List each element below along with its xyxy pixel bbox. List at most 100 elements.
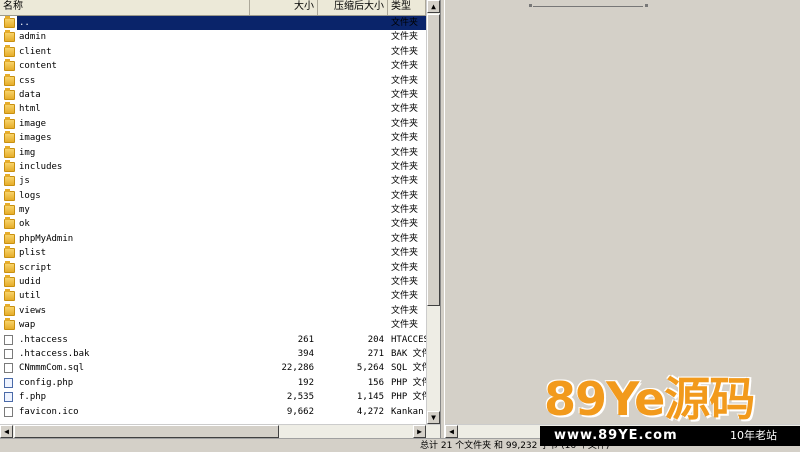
column-header: 名称 大小 压缩后大小 类型 — [0, 0, 426, 16]
file-size: 394 — [297, 348, 314, 359]
horizontal-scroll-thumb[interactable] — [14, 425, 279, 438]
file-name: images — [19, 133, 52, 144]
file-name: html — [19, 104, 41, 115]
file-row[interactable]: .htaccess 261 204 HTACCESS — [0, 333, 427, 347]
folder-icon — [4, 203, 15, 216]
column-name-header[interactable]: 名称 — [0, 0, 250, 15]
folder-icon — [4, 289, 15, 302]
file-row[interactable]: plist 文件夹 — [0, 246, 426, 260]
file-row[interactable]: js 文件夹 — [0, 174, 426, 188]
folder-icon — [4, 188, 15, 201]
column-compressed-size-header[interactable]: 压缩后大小 — [318, 0, 388, 15]
scroll-left-button[interactable]: ◀ — [0, 425, 13, 438]
vertical-scrollbar[interactable]: ▲ ▼ — [426, 0, 440, 424]
file-compressed-size: 271 — [367, 348, 384, 359]
status-text: 总计 21 个文件夹 和 99,232 字节 (16 个文件) — [420, 441, 610, 451]
file-row[interactable]: .htaccess.bak 394 271 BAK 文件 — [0, 347, 427, 361]
file-row[interactable]: img 文件夹 — [0, 145, 426, 160]
file-row[interactable]: images 文件夹 — [0, 131, 426, 145]
file-row[interactable]: views 文件夹 — [0, 303, 426, 318]
file-name: img — [19, 147, 36, 158]
file-type: 文件夹 — [391, 75, 419, 86]
file-row[interactable]: client 文件夹 — [0, 44, 426, 59]
file-name: client — [19, 46, 52, 57]
file-type: 文件夹 — [391, 147, 419, 158]
file-compressed-size: 204 — [367, 334, 384, 345]
file-compressed-size: 156 — [367, 377, 384, 388]
column-type-header[interactable]: 类型 — [388, 0, 426, 15]
file-row[interactable]: image 文件夹 — [0, 116, 426, 131]
folder-icon — [4, 246, 15, 259]
file-type: 文件夹 — [391, 262, 419, 273]
file-rows: .. 文件夹 admin 文件夹 client 文件夹 content 文件夹 css 文件夹 da… — [0, 16, 427, 419]
file-type: 文件夹 — [391, 18, 419, 28]
file-name: config.php — [19, 377, 74, 388]
file-type: 文件夹 — [391, 118, 419, 129]
folder-icon — [4, 260, 15, 273]
file-row[interactable]: config.php 192 156 PHP 文件 — [0, 376, 427, 390]
file-name: admin — [19, 32, 47, 43]
file-type: PHP 文件 — [391, 392, 427, 403]
file-row[interactable]: ok 文件夹 — [0, 217, 426, 231]
file-compressed-size: 4,272 — [356, 406, 384, 417]
preview-scroll-left-button[interactable]: ◀ — [445, 425, 458, 438]
file-row[interactable]: logs 文件夹 — [0, 188, 426, 203]
file-row[interactable]: CNmmmCom.sql 22,286 5,264 SQL 文件 — [0, 361, 427, 375]
file-type: Kankan — [391, 406, 424, 417]
scroll-down-button[interactable]: ▼ — [427, 411, 440, 424]
file-name: CNmmmCom.sql — [19, 363, 85, 374]
file-name: content — [19, 61, 57, 72]
file-row[interactable]: util 文件夹 — [0, 289, 426, 303]
file-row[interactable]: html 文件夹 — [0, 102, 426, 116]
vertical-scroll-thumb[interactable] — [427, 14, 440, 306]
file-row[interactable]: my 文件夹 — [0, 203, 426, 217]
file-row[interactable]: .. 文件夹 — [0, 16, 426, 30]
file-type: 文件夹 — [391, 305, 419, 316]
file-row[interactable]: admin 文件夹 — [0, 30, 426, 44]
folder-icon — [4, 145, 15, 158]
file-list-pane[interactable]: 名称 大小 压缩后大小 类型 .. 文件夹 admin 文件夹 client 文件夹 con… — [0, 0, 441, 438]
file-type: 文件夹 — [391, 161, 419, 172]
file-name: css — [19, 75, 36, 86]
folder-icon — [4, 44, 15, 57]
file-row[interactable]: includes 文件夹 — [0, 159, 426, 174]
file-row[interactable]: data 文件夹 — [0, 87, 426, 102]
file-compressed-size: 5,264 — [356, 363, 384, 374]
folder-icon — [4, 102, 15, 115]
file-name: .. — [19, 18, 30, 28]
column-size-header[interactable]: 大小 — [250, 0, 318, 15]
horizontal-scrollbar[interactable]: ◀ ▶ — [0, 424, 440, 438]
file-name: .htaccess — [19, 334, 68, 345]
file-type: 文件夹 — [391, 104, 419, 115]
file-size: 261 — [297, 334, 314, 345]
file-type: 文件夹 — [391, 291, 419, 302]
file-type: BAK 文件 — [391, 348, 427, 359]
preview-pane: ◀ — [444, 0, 800, 438]
file-row[interactable]: script 文件夹 — [0, 260, 426, 275]
file-type: 文件夹 — [391, 233, 419, 244]
preview-horizontal-scrollbar[interactable]: ◀ — [445, 424, 800, 438]
file-type: 文件夹 — [391, 277, 419, 288]
file-row[interactable]: wap 文件夹 — [0, 318, 426, 332]
folder-icon — [4, 16, 15, 28]
file-name: phpMyAdmin — [19, 233, 74, 244]
file-row[interactable]: css 文件夹 — [0, 73, 426, 88]
file-name: udid — [19, 277, 41, 288]
file-type: 文件夹 — [391, 190, 419, 201]
file-row[interactable]: content 文件夹 — [0, 59, 426, 73]
file-size: 9,662 — [286, 406, 314, 417]
scroll-right-button[interactable]: ▶ — [413, 425, 426, 438]
file-name: .htaccess.bak — [19, 348, 90, 359]
file-row[interactable]: udid 文件夹 — [0, 275, 426, 289]
file-row[interactable]: phpMyAdmin 文件夹 — [0, 231, 426, 246]
file-name: f.php — [19, 392, 47, 403]
folder-icon — [4, 159, 15, 172]
file-row[interactable]: f.php 2,535 1,145 PHP 文件 — [0, 390, 427, 404]
folder-icon — [4, 87, 15, 100]
scroll-up-button[interactable]: ▲ — [427, 0, 440, 13]
file-name: favicon.ico — [19, 406, 79, 417]
php-file-icon — [4, 377, 13, 388]
file-size: 22,286 — [281, 363, 314, 374]
file-row[interactable]: favicon.ico 9,662 4,272 Kankan — [0, 405, 426, 419]
file-name: script — [19, 262, 52, 273]
